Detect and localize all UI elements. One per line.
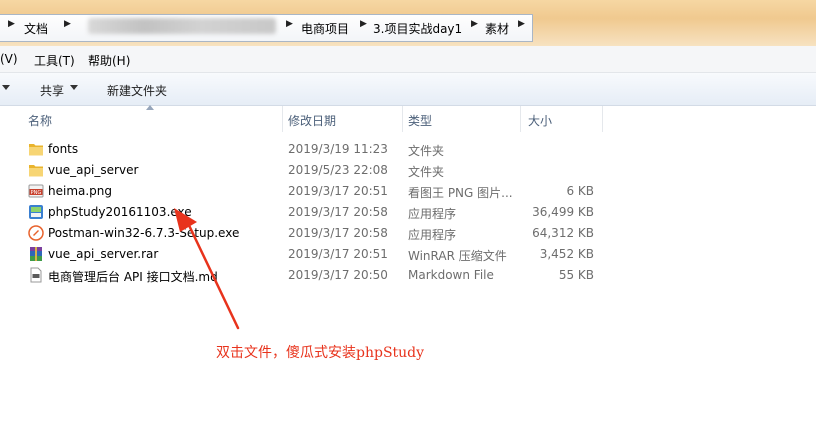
breadcrumb-separator-icon[interactable]: ▶	[64, 19, 71, 29]
file-type: Markdown File	[408, 268, 494, 282]
breadcrumb-assets[interactable]: 素材	[485, 20, 509, 37]
file-row[interactable]: 电商管理后台 API 接口文档.md 2019/3/17 20:50 Markd…	[24, 265, 604, 286]
breadcrumb-separator-icon[interactable]: ▶	[286, 19, 293, 29]
address-bar-area: ▶ 文档 ▶ ▶ 电商项目 ▶ 3.项目实战day1 ▶ 素材 ▶	[0, 0, 816, 46]
breadcrumb-separator-icon[interactable]: ▶	[360, 19, 367, 29]
breadcrumb-separator-icon[interactable]: ▶	[8, 19, 15, 29]
file-size: 55 KB	[558, 268, 594, 282]
file-type: 看图王 PNG 图片...	[408, 186, 513, 200]
menu-view[interactable]: (V)	[0, 52, 18, 66]
menu-tools[interactable]: 工具(T)	[34, 52, 75, 69]
breadcrumb-separator-icon[interactable]: ▶	[471, 19, 478, 29]
file-row[interactable]: vue_api_server.rar 2019/3/17 20:51 WinRA…	[24, 244, 604, 265]
file-row[interactable]: fonts 2019/3/19 11:23 文件夹	[24, 139, 604, 160]
file-size: 6 KB	[566, 184, 594, 198]
column-header-name[interactable]: 名称	[24, 106, 283, 132]
file-row[interactable]: vue_api_server 2019/5/23 22:08 文件夹	[24, 160, 604, 181]
file-type: 应用程序	[408, 207, 457, 221]
png-image-icon: PNG	[28, 184, 44, 198]
annotation-text: 双击文件，傻瓜式安装phpStudy	[216, 345, 425, 361]
column-header-size[interactable]: 大小	[524, 106, 603, 132]
file-name: vue_api_server.rar	[48, 247, 159, 261]
blurred-path-segment	[88, 18, 276, 34]
file-type: 文件夹	[408, 165, 445, 179]
new-folder-button[interactable]: 新建文件夹	[107, 82, 167, 99]
breadcrumb-documents[interactable]: 文档	[24, 20, 48, 37]
file-type: WinRAR 压缩文件	[408, 249, 507, 263]
markdown-file-icon	[30, 267, 42, 283]
file-name: phpStudy20161103.exe	[48, 205, 192, 219]
file-type: 文件夹	[408, 144, 445, 158]
column-header-size-label: 大小	[528, 114, 553, 128]
file-size: 36,499 KB	[532, 205, 594, 219]
phpstudy-app-icon	[29, 205, 43, 219]
winrar-archive-icon	[30, 247, 42, 261]
file-size: 64,312 KB	[532, 226, 594, 240]
svg-text:PNG: PNG	[31, 190, 42, 196]
share-button[interactable]: 共享	[40, 82, 64, 99]
file-date: 2019/3/17 20:50	[288, 268, 388, 282]
file-date: 2019/3/17 20:51	[288, 247, 388, 261]
menu-bar: (V) 工具(T) 帮助(H)	[0, 46, 816, 73]
breadcrumb-separator-icon[interactable]: ▶	[518, 19, 525, 29]
menu-help[interactable]: 帮助(H)	[88, 52, 130, 69]
folder-icon	[29, 165, 43, 177]
file-name: 电商管理后台 API 接口文档.md	[48, 270, 218, 284]
postman-app-icon	[28, 225, 44, 241]
file-name: heima.png	[48, 184, 113, 198]
file-row[interactable]: Postman-win32-6.7.3-Setup.exe 2019/3/17 …	[24, 223, 604, 244]
column-header-name-label: 名称	[28, 114, 53, 128]
column-header-date[interactable]: 修改日期	[284, 106, 403, 132]
file-size: 3,452 KB	[539, 247, 594, 261]
share-dropdown-arrow-icon[interactable]	[70, 85, 78, 90]
dropdown-arrow-icon[interactable]	[2, 85, 10, 90]
file-row[interactable]: PNG heima.png 2019/3/17 20:51 看图王 PNG 图片…	[24, 181, 604, 202]
column-header-type[interactable]: 类型	[404, 106, 521, 132]
file-name: fonts	[48, 142, 79, 156]
file-name: Postman-win32-6.7.3-Setup.exe	[48, 226, 240, 240]
breadcrumb-day1[interactable]: 3.项目实战day1	[373, 20, 462, 37]
breadcrumb-ecommerce-project[interactable]: 电商项目	[301, 20, 349, 37]
column-header-date-label: 修改日期	[288, 114, 337, 128]
file-date: 2019/3/19 11:23	[288, 142, 388, 156]
file-type: 应用程序	[408, 228, 457, 242]
file-date: 2019/3/17 20:58	[288, 226, 388, 240]
file-date: 2019/3/17 20:51	[288, 184, 388, 198]
command-toolbar: 共享 新建文件夹	[0, 73, 816, 106]
file-date: 2019/5/23 22:08	[288, 163, 388, 177]
folder-icon	[29, 144, 43, 156]
file-date: 2019/3/17 20:58	[288, 205, 388, 219]
file-name: vue_api_server	[48, 163, 139, 177]
column-header-type-label: 类型	[408, 114, 433, 128]
file-row[interactable]: phpStudy20161103.exe 2019/3/17 20:58 应用程…	[24, 202, 604, 223]
